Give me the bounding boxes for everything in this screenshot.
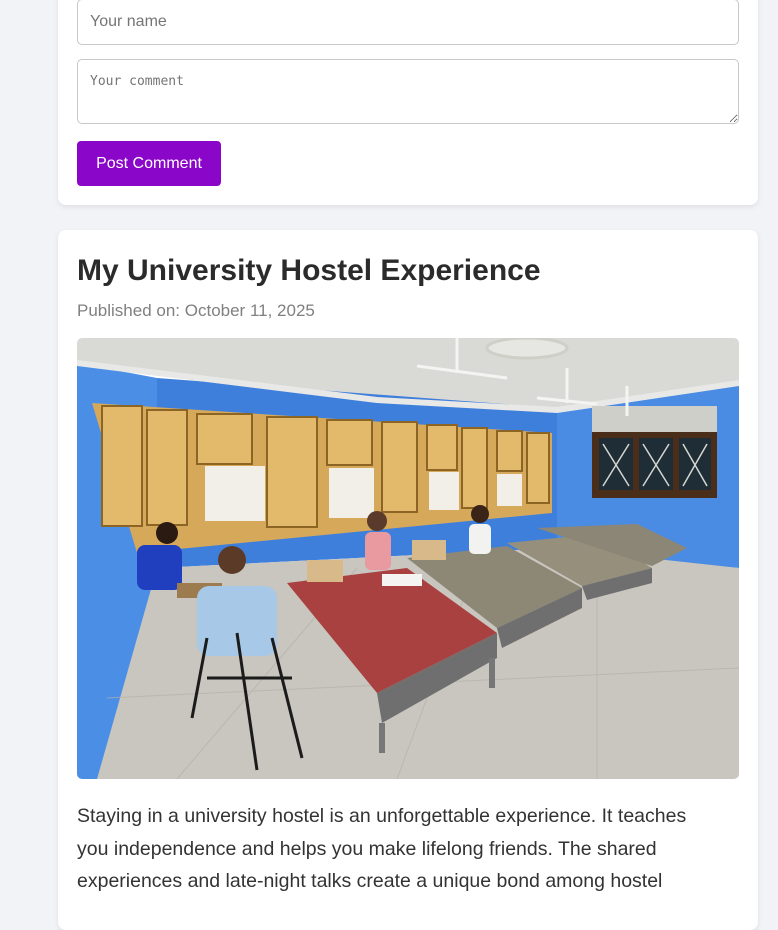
- blog-post-card: My University Hostel Experience Publishe…: [58, 230, 758, 930]
- post-date: Published on: October 11, 2025: [77, 301, 315, 320]
- name-input[interactable]: [77, 0, 739, 45]
- window: [592, 406, 717, 498]
- post-comment-button[interactable]: Post Comment: [77, 141, 221, 186]
- post-title: My University Hostel Experience: [77, 254, 541, 287]
- comment-form-card: Post Comment: [58, 0, 758, 205]
- post-image: [77, 338, 739, 779]
- comment-textarea[interactable]: [77, 59, 739, 124]
- post-body-text: Staying in a university hostel is an unf…: [77, 805, 687, 892]
